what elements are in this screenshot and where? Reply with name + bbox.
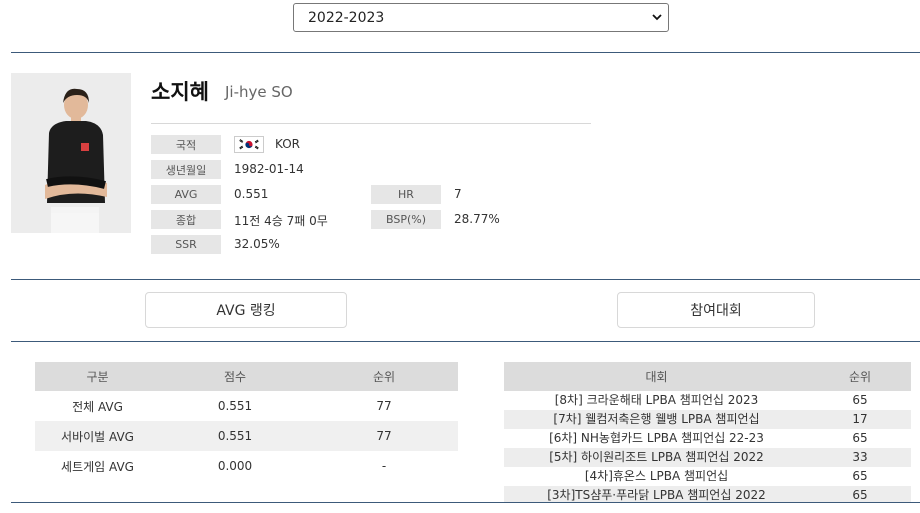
total-label: 종합 (151, 210, 221, 229)
tournament-name: [5차] 하이원리조트 LPBA 챔피언십 2022 (504, 448, 809, 467)
table-header: 구분 (35, 362, 160, 391)
avg-ranking-table: 구분 점수 순위 전체 AVG 0.551 77 서바이벌 AVG 0.551 … (35, 362, 458, 481)
table-header: 점수 (160, 362, 310, 391)
tournament-name: [7차] 웰컴저축은행 웰뱅 LPBA 챔피언십 (504, 410, 809, 429)
hr-value: 7 (454, 187, 462, 201)
birth-value: 1982-01-14 (234, 162, 304, 176)
tab-avg-ranking[interactable]: AVG 랭킹 (145, 292, 347, 328)
table-cell: 0.000 (217, 459, 253, 473)
player-name-en: Ji-hye SO (225, 83, 293, 101)
tournament-rank: 17 (809, 410, 911, 429)
total-value: 11전 4승 7패 0무 (234, 214, 328, 228)
table-header: 대회 (504, 362, 809, 391)
table-row: 세트게임 AVG 0.000 - (35, 451, 458, 481)
divider-bottom (11, 502, 920, 503)
player-name-kr: 소지혜 (151, 80, 209, 104)
season-select[interactable]: 2022-2023 (293, 3, 669, 32)
table-cell: 세트게임 AVG (61, 459, 134, 474)
table-row[interactable]: [6차] NH농협카드 LPBA 챔피언십 22-23 65 (504, 429, 911, 448)
tournament-name: [6차] NH농협카드 LPBA 챔피언십 22-23 (549, 431, 764, 445)
table-header: 순위 (809, 362, 911, 391)
table-header: 순위 (310, 362, 458, 391)
tournament-name: [3차]TS샴푸·푸라닭 LPBA 챔피언십 2022 (504, 486, 809, 503)
tournament-rank: 65 (852, 469, 868, 483)
bsp-label: BSP(%) (371, 210, 441, 229)
table-row[interactable]: [5차] 하이원리조트 LPBA 챔피언십 2022 33 (504, 448, 911, 467)
avg-label: AVG (151, 185, 221, 204)
table-cell: 77 (310, 421, 458, 451)
table-row: 서바이벌 AVG 0.551 77 (35, 421, 458, 451)
tournament-name: [4차]휴온스 LPBA 챔피언십 (584, 469, 729, 483)
tournament-rank: 65 (852, 431, 868, 445)
birth-label: 생년월일 (151, 160, 221, 179)
nationality-label: 국적 (151, 135, 221, 154)
table-row[interactable]: [4차]휴온스 LPBA 챔피언십 65 (504, 467, 911, 486)
tournament-rank: 33 (809, 448, 911, 467)
tournament-table-scroll[interactable]: 대회 순위 [8차] 크라운해태 LPBA 챔피언십 2023 65 [7차] … (504, 362, 911, 503)
table-row: 전체 AVG 0.551 77 (35, 391, 458, 421)
player-photo (11, 73, 131, 233)
divider-middle (11, 279, 920, 280)
table-cell: 0.551 (160, 421, 310, 451)
table-cell: 서바이벌 AVG (35, 421, 160, 451)
table-cell: - (381, 459, 387, 473)
divider-top (11, 52, 920, 53)
season-select-value: 2022-2023 (308, 9, 385, 26)
hr-label: HR (371, 185, 441, 204)
korea-flag-icon (234, 136, 264, 153)
table-cell: 77 (376, 399, 392, 413)
divider-lower (11, 341, 920, 342)
bsp-value: 28.77% (454, 212, 500, 226)
table-row[interactable]: [7차] 웰컴저축은행 웰뱅 LPBA 챔피언십 17 (504, 410, 911, 429)
table-row[interactable]: [8차] 크라운해태 LPBA 챔피언십 2023 65 (504, 391, 911, 410)
avg-value: 0.551 (234, 187, 269, 201)
ssr-value: 32.05% (234, 237, 280, 251)
name-divider (151, 123, 591, 124)
table-row[interactable]: [3차]TS샴푸·푸라닭 LPBA 챔피언십 2022 65 (504, 486, 911, 503)
ssr-label: SSR (151, 235, 221, 254)
tab-tournaments[interactable]: 참여대회 (617, 292, 815, 328)
table-cell: 0.551 (217, 399, 253, 413)
tournament-table: 대회 순위 [8차] 크라운해태 LPBA 챔피언십 2023 65 [7차] … (504, 362, 911, 503)
chevron-down-icon (652, 14, 662, 21)
tournament-rank: 65 (809, 486, 911, 503)
tournament-rank: 65 (852, 393, 868, 407)
nationality-value: KOR (275, 137, 300, 151)
tournament-name: [8차] 크라운해태 LPBA 챔피언십 2023 (554, 393, 759, 407)
table-cell: 전체 AVG (72, 399, 123, 414)
